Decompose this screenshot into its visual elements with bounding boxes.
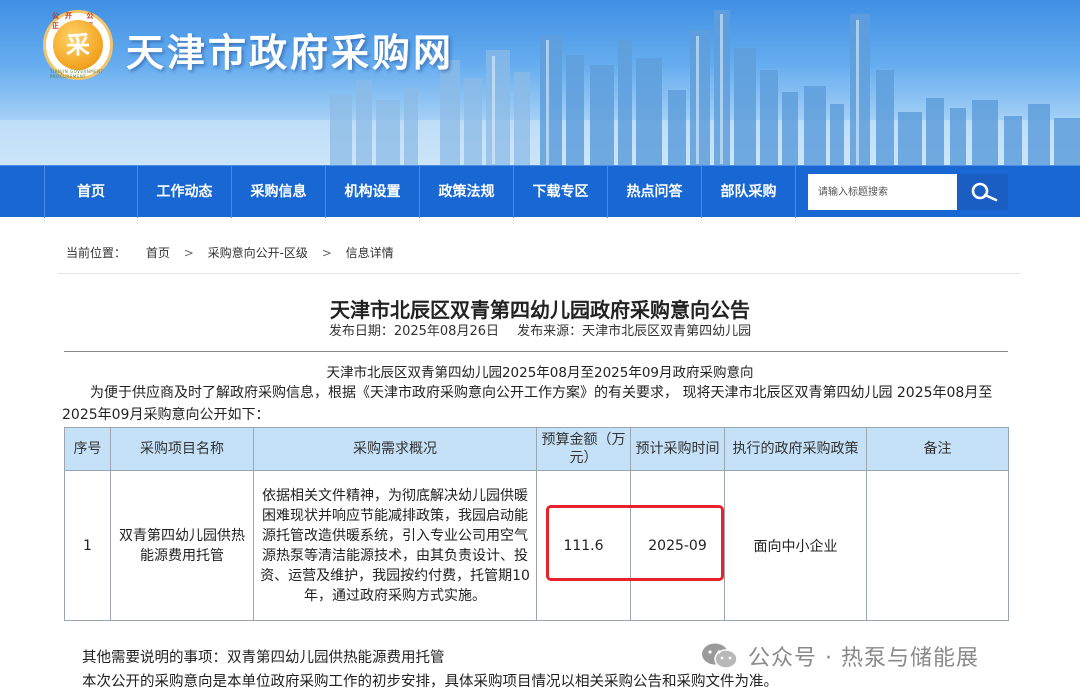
breadcrumb: 当前位置： 首页 > 采购意向公开-区级 > 信息详情 [66,244,394,261]
cell-project-name: 双青第四幼儿园供热能源费用托管 [110,470,254,621]
disclaimer-note: 本次公开的采购意向是本单位政府采购工作的初步安排，具体采购项目情况以相关采购公告… [82,674,778,690]
breadcrumb-divider [58,273,1020,274]
nav-item-work-news[interactable]: 工作动态 [138,166,232,218]
nav-item-procurement-info[interactable]: 采购信息 [232,166,326,218]
procurement-intent-table: 序号 采购项目名称 采购需求概况 预算金额（万元） 预计采购时间 执行的政府采购… [64,427,1009,621]
article-intro: 为便于供应商及时了解政府采购信息，根据《天津市政府采购意向公开工作方案》的有关要… [62,385,993,423]
column-header-schedule: 预计采购时间 [630,427,725,471]
breadcrumb-category-link[interactable]: 采购意向公开-区级 [208,244,308,261]
nav-item-organization[interactable]: 机构设置 [326,166,420,218]
table-header-row: 序号 采购项目名称 采购需求概况 预算金额（万元） 预计采购时间 执行的政府采购… [64,427,1009,471]
site-logo[interactable]: 公开 公正 公平 采 TIANJIN GOVERNMENT PROCUREMEN… [43,10,113,80]
logo-subtitle: TIANJIN GOVERNMENT PROCUREMENT [50,69,104,79]
nav-item-faq[interactable]: 热点问答 [608,166,702,218]
nav-item-policy[interactable]: 政策法规 [420,166,514,218]
table-row: 1 双青第四幼儿园供热能源费用托管 依据相关文件精神，为彻底解决幼儿园供暖困难现… [64,470,1009,621]
nav-item-military-procurement[interactable]: 部队采购 [702,166,796,218]
search-button[interactable] [956,174,1008,210]
red-highlight-box [546,505,724,581]
cell-policy: 面向中小企业 [724,470,867,621]
column-header-project-name: 采购项目名称 [110,427,254,471]
search-input[interactable] [808,174,956,210]
logo-character: 采 [66,31,90,59]
other-notes: 其他需要说明的事项：双青第四幼儿园供热能源费用托管 [82,650,445,666]
wechat-icon [702,643,738,669]
nav-item-downloads[interactable]: 下载专区 [514,166,608,218]
column-header-budget: 预算金额（万元） [536,427,631,471]
header-banner: 公开 公正 公平 采 TIANJIN GOVERNMENT PROCUREMEN… [0,0,1080,165]
nav-item-home[interactable]: 首页 [44,166,138,218]
cell-remark [866,470,1009,621]
cell-requirements: 依据相关文件精神，为彻底解决幼儿园供暖困难现状并响应节能减排政策，我园启动能源托… [253,470,537,621]
article-subheading: 天津市北辰区双青第四幼儿园2025年08月至2025年09月政府采购意向 [326,365,754,381]
breadcrumb-separator: > [321,246,332,260]
cell-index: 1 [64,470,111,621]
article-divider [64,351,1008,352]
breadcrumb-label: 当前位置： [66,246,127,260]
nav-items: 首页 工作动态 采购信息 机构设置 政策法规 下载专区 热点问答 部队采购 [44,166,796,218]
column-header-policy: 执行的政府采购政策 [724,427,867,471]
column-header-requirements: 采购需求概况 [253,427,537,471]
column-header-remark: 备注 [866,427,1009,471]
publish-source: 发布来源：天津市北辰区双青第四幼儿园 [517,324,752,339]
breadcrumb-current: 信息详情 [345,246,394,260]
column-header-index: 序号 [64,427,111,471]
search-icon [971,182,998,202]
breadcrumb-home-link[interactable]: 首页 [146,244,170,261]
watermark: 公众号 · 热泵与储能展 [700,638,979,674]
breadcrumb-separator: > [183,246,194,260]
publish-date: 发布日期：2025年08月26日 [328,324,499,339]
logo-emblem: 采 [53,20,103,70]
site-title: 天津市政府采购网 [126,31,455,75]
article-meta: 发布日期：2025年08月26日 发布来源：天津市北辰区双青第四幼儿园 [0,320,1080,339]
main-nav: 首页 工作动态 采购信息 机构设置 政策法规 下载专区 热点问答 部队采购 [0,165,1080,218]
article-title: 天津市北辰区双青第四幼儿园政府采购意向公告 [330,298,750,322]
watermark-text: 公众号 · 热泵与储能展 [748,646,979,671]
